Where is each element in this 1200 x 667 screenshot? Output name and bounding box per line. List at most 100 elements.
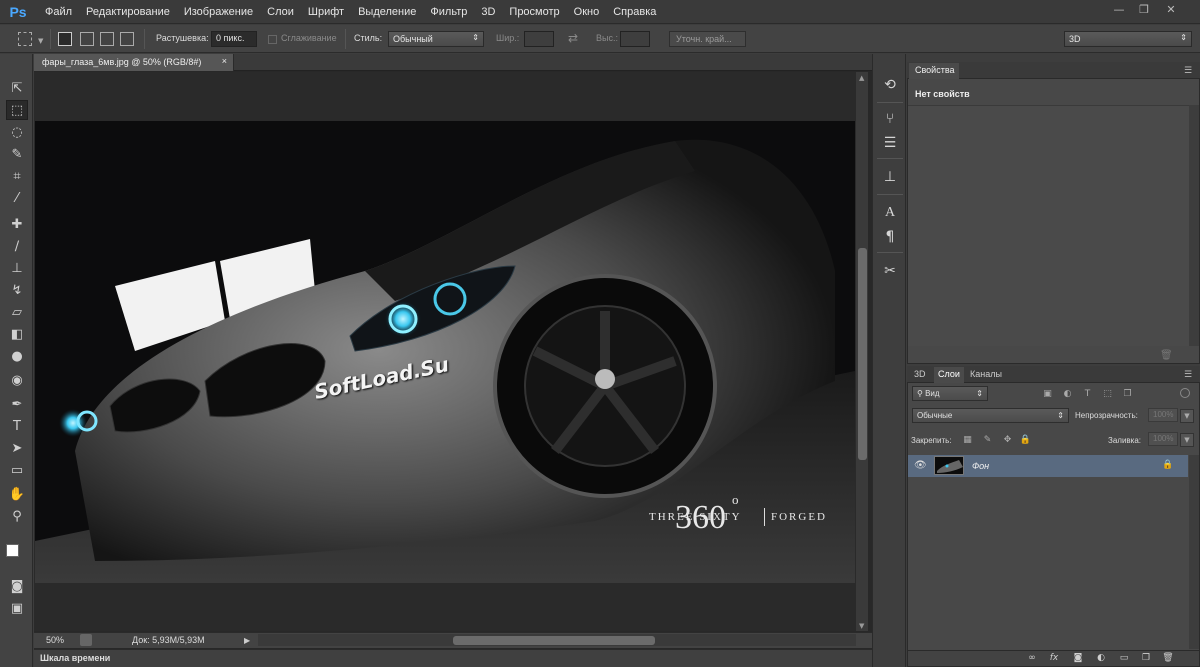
close-tab-icon[interactable]: × (222, 56, 227, 66)
scroll-down-icon[interactable]: ▼ (859, 622, 864, 630)
new-layer-icon[interactable]: ❐ (1140, 652, 1152, 664)
lock-all-icon[interactable]: 🔒 (1020, 434, 1031, 445)
healing-brush-tool-icon[interactable]: ✚ (6, 214, 28, 234)
hand-tool-icon[interactable]: ✋ (6, 484, 28, 504)
menu-window[interactable]: Окно (567, 0, 607, 24)
history-panel-icon[interactable]: ⟲ (881, 76, 899, 94)
height-input[interactable] (620, 31, 650, 47)
layer-style-icon[interactable]: fx (1048, 652, 1060, 664)
workspace-select[interactable]: 3D ⇕ (1064, 31, 1192, 47)
filter-smart-object-icon[interactable]: ❐ (1122, 388, 1133, 399)
adjustments-panel-icon[interactable]: ☰ (881, 134, 899, 152)
opacity-dropdown-icon[interactable]: ▼ (1180, 409, 1194, 423)
style-select[interactable]: Обычный ⇕ (388, 31, 484, 47)
eraser-tool-icon[interactable]: ▱ (6, 302, 28, 322)
feather-input[interactable]: 0 пикс. (211, 31, 257, 47)
brush-preset-icon[interactable]: ⑂ (881, 110, 899, 128)
clone-stamp-tool-icon[interactable]: ⊥ (6, 258, 28, 278)
layer-filter-select[interactable]: ⚲ Вид ⇕ (912, 386, 988, 401)
status-menu-arrow-icon[interactable]: ▶ (244, 636, 250, 645)
document-tab[interactable]: фары_глаза_6мв.jpg @ 50% (RGB/8#) × (34, 54, 234, 71)
clone-source-icon[interactable]: ⊥ (881, 168, 899, 186)
zoom-level[interactable]: 50% (46, 635, 64, 645)
tab-channels[interactable]: Каналы (966, 367, 1006, 383)
refine-edge-button[interactable]: Уточн. край... (669, 31, 746, 47)
minimize-button[interactable]: — (1108, 2, 1130, 16)
history-brush-tool-icon[interactable]: ↯ (6, 280, 28, 300)
marquee-tool-icon[interactable]: ⬚ (6, 100, 28, 120)
lock-position-icon[interactable]: ✥ (1002, 434, 1013, 445)
menu-help[interactable]: Справка (606, 0, 663, 24)
filter-pixel-icon[interactable]: ▣ (1042, 388, 1053, 399)
intersect-selection-icon[interactable] (120, 32, 134, 46)
tab-3d[interactable]: 3D (910, 367, 930, 383)
menu-edit[interactable]: Редактирование (79, 0, 177, 24)
panel-menu-icon[interactable]: ☰ (1184, 66, 1192, 76)
properties-scrollbar[interactable] (1189, 105, 1199, 346)
menu-3d[interactable]: 3D (474, 0, 502, 24)
menu-filter[interactable]: Фильтр (423, 0, 474, 24)
dodge-tool-icon[interactable]: ◉ (6, 370, 28, 390)
eyedropper-tool-icon[interactable]: ⁄ (6, 188, 28, 208)
shape-tool-icon[interactable]: ▭ (6, 460, 28, 480)
lock-pixels-icon[interactable]: ✎ (982, 434, 993, 445)
pen-tool-icon[interactable]: ✒ (6, 394, 28, 414)
opacity-input[interactable]: 100% (1148, 408, 1178, 422)
menu-view[interactable]: Просмотр (502, 0, 566, 24)
horizontal-scroll-thumb[interactable] (453, 636, 655, 645)
filter-type-icon[interactable]: T (1082, 388, 1093, 399)
layers-scrollbar[interactable] (1189, 455, 1199, 649)
adjustment-layer-icon[interactable]: ◐ (1095, 652, 1107, 664)
subtract-selection-icon[interactable] (100, 32, 114, 46)
brush-tool-icon[interactable]: ∕ (6, 236, 28, 256)
menu-select[interactable]: Выделение (351, 0, 423, 24)
move-tool-icon[interactable]: ⇱ (6, 78, 28, 98)
lock-transparent-icon[interactable]: ▦ (962, 434, 973, 445)
eye-icon[interactable]: 👁 (914, 460, 927, 471)
character-panel-icon[interactable]: A (881, 204, 899, 222)
zoom-tool-icon[interactable]: ⚲ (6, 506, 28, 526)
width-input[interactable] (524, 31, 554, 47)
gradient-tool-icon[interactable]: ◧ (6, 324, 28, 344)
add-mask-icon[interactable]: ◙ (1072, 652, 1084, 664)
blur-tool-icon[interactable]: ● (6, 346, 28, 366)
trash-icon[interactable]: 🗑 (1160, 350, 1173, 361)
menu-image[interactable]: Изображение (177, 0, 260, 24)
vertical-scroll-thumb[interactable] (858, 248, 867, 460)
tool-presets-icon[interactable]: ✂ (881, 262, 899, 280)
scroll-up-icon[interactable]: ▲ (859, 74, 864, 82)
blend-mode-select[interactable]: Обычные ⇕ (912, 408, 1069, 423)
filter-shape-icon[interactable]: ⬚ (1102, 388, 1113, 399)
type-tool-icon[interactable]: T (6, 416, 28, 436)
preset-dropdown-icon[interactable]: ▼ (38, 37, 43, 45)
quick-select-tool-icon[interactable]: ✎ (6, 144, 28, 164)
lasso-tool-icon[interactable]: ◌ (6, 122, 28, 142)
antialias-checkbox[interactable] (268, 35, 277, 44)
delete-layer-icon[interactable]: 🗑 (1162, 652, 1174, 664)
paragraph-panel-icon[interactable]: ¶ (881, 228, 899, 246)
close-window-button[interactable]: ✕ (1160, 2, 1182, 16)
layers-menu-icon[interactable]: ☰ (1184, 370, 1192, 380)
add-selection-icon[interactable] (80, 32, 94, 46)
foreground-color-swatch[interactable] (6, 544, 19, 557)
status-icon[interactable] (80, 634, 92, 646)
image-canvas[interactable]: SoftLoad.Su 360 o THREE SIXTY FORGED (35, 121, 855, 583)
layer-name[interactable]: Фон (972, 461, 989, 471)
restore-button[interactable]: ❐ (1133, 2, 1155, 16)
new-selection-icon[interactable] (58, 32, 72, 46)
crop-tool-icon[interactable]: ⌗ (6, 166, 28, 186)
filter-adjustment-icon[interactable]: ◐ (1062, 388, 1073, 399)
path-selection-tool-icon[interactable]: ➤ (6, 438, 28, 458)
properties-tab[interactable]: Свойства (909, 63, 959, 79)
quick-mask-icon[interactable]: ◙ (6, 576, 28, 596)
screen-mode-icon[interactable]: ▣ (6, 598, 28, 618)
layer-thumbnail[interactable] (934, 456, 964, 475)
menu-layers[interactable]: Слои (260, 0, 301, 24)
timeline-panel[interactable]: Шкала времени (34, 649, 872, 667)
new-group-icon[interactable]: ▭ (1118, 652, 1130, 664)
fill-dropdown-icon[interactable]: ▼ (1180, 433, 1194, 447)
filter-toggle-icon[interactable] (1180, 388, 1190, 398)
fill-input[interactable]: 100% (1148, 432, 1178, 446)
marquee-preset-icon[interactable] (18, 32, 32, 46)
tab-layers[interactable]: Слои (934, 367, 964, 383)
